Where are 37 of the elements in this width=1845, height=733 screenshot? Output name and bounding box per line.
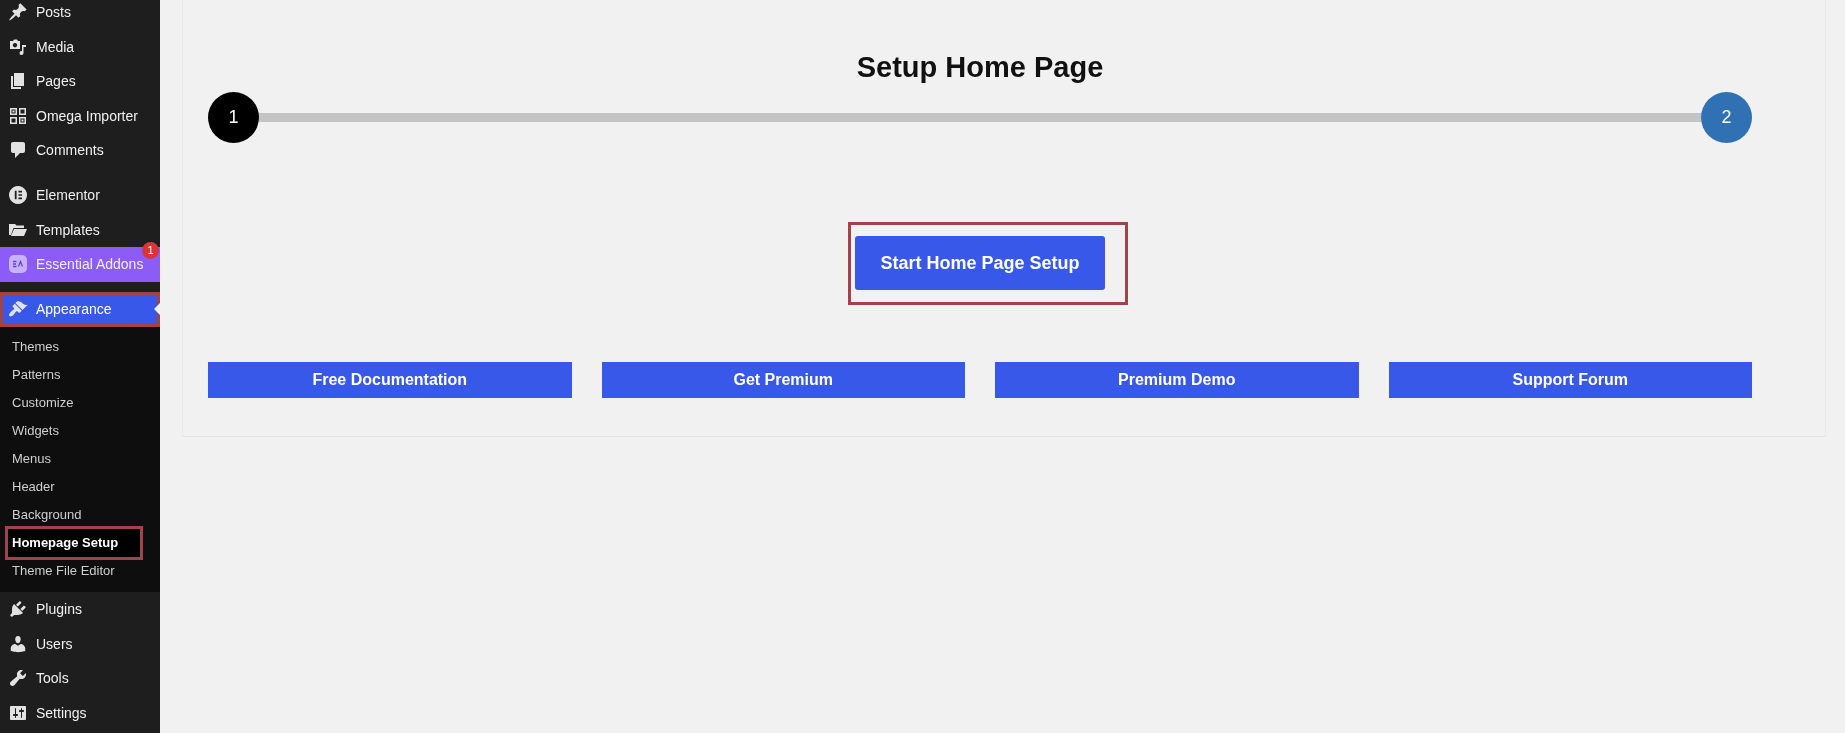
step-marker: 2 [1701,91,1752,143]
submenu-item[interactable]: Background [8,501,140,529]
menu-item[interactable]: Media [0,29,160,64]
pushpin-icon [8,2,28,23]
link-button[interactable]: Premium Demo [995,362,1359,398]
plug-icon [8,599,28,620]
menu-item[interactable]: Comments [0,133,160,168]
speech-bubble-icon [8,140,28,161]
submenu-item[interactable]: Menus [8,445,140,473]
submenu-item[interactable]: Theme File Editor [8,557,140,585]
menu-item[interactable]: Users [0,626,160,661]
grid-icon [8,105,28,126]
menu-item[interactable]: Pages [0,64,160,99]
link-button[interactable]: Support Forum [1388,362,1752,398]
menu-item[interactable]: Tools [0,661,160,696]
link-button[interactable]: Get Premium [601,362,965,398]
menu-item[interactable]: Appearance [0,292,160,327]
page-title: Setup Home Page [855,50,1105,84]
menu-item[interactable]: Plugins [0,592,160,627]
submenu-item[interactable]: Header [8,473,140,501]
submenu-item[interactable]: Homepage Setup [5,526,143,560]
submenu-item[interactable]: Widgets [8,417,140,445]
step-marker: 1 [208,91,259,143]
menu-item[interactable]: Elementor [0,178,160,213]
menu-item[interactable]: Omega Importer [0,98,160,133]
menu-item[interactable]: Posts [0,0,160,30]
person-icon [8,633,28,654]
submenu-item[interactable]: Patterns [8,361,140,389]
menu-item[interactable]: Settings [0,695,160,730]
wrench-icon [8,668,28,689]
addon-tile-icon [8,254,28,275]
circle-bars-icon [8,185,28,206]
submenu-item[interactable]: Themes [8,333,140,361]
submenu-item[interactable]: Customize [8,389,140,417]
start-setup-button[interactable]: Start Home Page Setup [855,236,1105,290]
link-button[interactable]: Free Documentation [208,362,572,398]
pointer-triangle-icon [154,303,160,315]
